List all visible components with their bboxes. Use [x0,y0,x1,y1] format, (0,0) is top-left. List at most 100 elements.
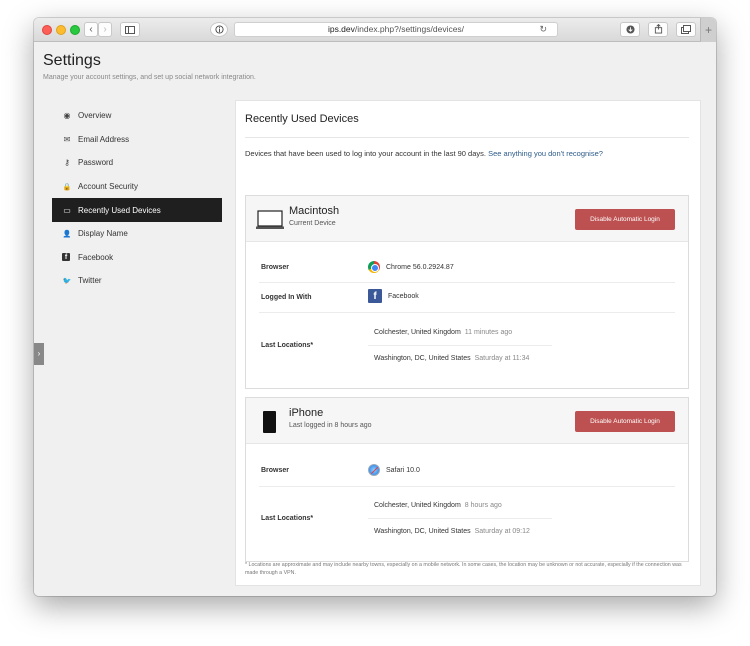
location-entry: Colchester, United Kingdom 8 hours ago [374,502,502,509]
location-time: 8 hours ago [464,502,502,509]
chevron-right-icon: › [37,349,41,358]
last-locations-label: Last Locations* [261,515,314,522]
share-icon [654,23,662,34]
sidebar-item-display-name[interactable]: 👤 Display Name [52,222,222,246]
location-time: Saturday at 09:12 [474,528,530,535]
report-unrecognised-link[interactable]: See anything you don't recognise? [488,149,603,158]
sidebar-item-label: Facebook [78,252,114,262]
login-provider: Facebook [388,292,419,300]
zoom-window-button[interactable] [70,25,80,35]
share-button[interactable] [648,22,668,37]
sidebar-item-label: Email Address [78,134,130,144]
chrome-icon [368,261,380,273]
logged-in-with-value: f Facebook [368,289,419,303]
device-status: Last logged in 8 hours ago [289,422,372,429]
browser-value: Chrome 56.0.2924.87 [368,261,454,273]
row-divider [259,282,675,283]
intro-description: Devices that have been used to log into … [245,149,486,158]
device-name: iPhone [289,407,324,419]
new-tab-button[interactable]: + [700,18,716,42]
disable-automatic-login-button[interactable]: Disable Automatic Login [575,209,675,230]
url-path: /index.php?/settings/devices/ [354,24,465,34]
panel-toggle-button[interactable]: › [34,343,44,365]
sidebar-item-label: Recently Used Devices [78,205,161,215]
minimize-window-button[interactable] [56,25,66,35]
sidebar-item-label: Twitter [78,276,102,286]
sidebar-icon [125,26,135,34]
sidebar-item-label: Display Name [78,229,128,239]
download-icon [625,25,635,34]
disable-automatic-login-button[interactable]: Disable Automatic Login [575,411,675,432]
last-locations-label: Last Locations* [261,342,314,349]
downloads-button[interactable] [620,22,640,37]
laptop-device-icon [256,210,284,229]
browser-value: Safari 10.0 [368,464,420,476]
browser-label: Browser [261,467,290,474]
locations-footnote: * Locations are approximate and may incl… [245,562,682,577]
devices-panel: Recently Used Devices Devices that have … [235,100,701,586]
device-header: iPhone Last logged in 8 hours ago Disabl… [246,398,688,444]
page-title: Settings [43,52,101,69]
lock-icon: 🔒 [62,183,72,191]
browser-window: ‹ › ips.dev/index.php?/settings/devices/… [34,18,716,596]
url-domain: ips.dev [327,24,355,34]
close-window-button[interactable] [42,25,52,35]
forward-icon: › [103,24,107,35]
location-time: Saturday at 11:34 [474,355,530,362]
reader-button[interactable] [210,22,228,37]
location-place: Colchester, United Kingdom [374,502,461,509]
row-divider [259,486,675,487]
sidebar-item-recently-used-devices[interactable]: ▭ Recently Used Devices [52,198,222,222]
location-entry: Washington, DC, United States Saturday at… [374,355,529,362]
sidebar-item-twitter[interactable]: 🐦 Twitter [52,269,222,293]
tabs-button[interactable] [676,22,696,37]
user-icon: 👤 [62,230,72,238]
back-icon: ‹ [89,24,93,35]
key-icon: ⚷ [64,158,70,168]
browser-toolbar: ‹ › ips.dev/index.php?/settings/devices/… [34,18,716,42]
location-divider [368,345,552,346]
laptop-icon: ▭ [63,205,71,215]
twitter-icon: 🐦 [62,277,72,285]
logged-in-with-label: Logged In With [261,294,312,301]
sidebar-item-label: Password [78,158,114,168]
plus-icon: + [704,23,712,37]
device-card-macintosh: Macintosh Current Device Disable Automat… [245,195,689,389]
location-entry: Colchester, United Kingdom 11 minutes ago [374,329,512,336]
sidebar-toggle-button[interactable] [120,22,140,37]
divider [245,137,689,138]
location-place: Colchester, United Kingdom [374,329,461,336]
forward-button[interactable]: › [98,22,112,37]
facebook-icon: f [62,253,70,262]
browser-name: Chrome 56.0.2924.87 [386,263,454,271]
location-divider [368,518,552,519]
sidebar-item-label: Account Security [78,182,139,192]
sidebar-item-account-security[interactable]: 🔒 Account Security [52,175,222,199]
row-divider [259,312,675,313]
settings-sidebar: ◉ Overview ✉ Email Address ⚷ Password 🔒 … [52,104,222,293]
sidebar-item-facebook[interactable]: f Facebook [52,246,222,270]
device-header: Macintosh Current Device Disable Automat… [246,196,688,242]
tabs-icon [681,25,691,34]
facebook-logo-icon: f [368,289,382,303]
location-entry: Washington, DC, United States Saturday at… [374,528,530,535]
section-title: Recently Used Devices [245,113,359,125]
reload-icon[interactable]: ↻ [539,23,547,36]
intro-text: Devices that have been used to log into … [245,149,603,158]
sidebar-item-password[interactable]: ⚷ Password [52,151,222,175]
browser-name: Safari 10.0 [386,466,420,474]
location-time: 11 minutes ago [464,329,513,336]
location-place: Washington, DC, United States [374,528,471,535]
back-button[interactable]: ‹ [84,22,98,37]
address-bar[interactable]: ips.dev/index.php?/settings/devices/ ↻ [234,22,558,37]
device-card-iphone: iPhone Last logged in 8 hours ago Disabl… [245,397,689,562]
device-name: Macintosh [289,205,340,217]
page-content: Settings Manage your account settings, a… [34,42,716,596]
sidebar-item-overview[interactable]: ◉ Overview [52,104,222,128]
location-place: Washington, DC, United States [374,355,471,362]
dashboard-icon: ◉ [63,111,71,121]
sidebar-item-label: Overview [78,111,112,121]
safari-icon [368,464,380,476]
envelope-icon: ✉ [63,134,71,144]
sidebar-item-email-address[interactable]: ✉ Email Address [52,128,222,152]
